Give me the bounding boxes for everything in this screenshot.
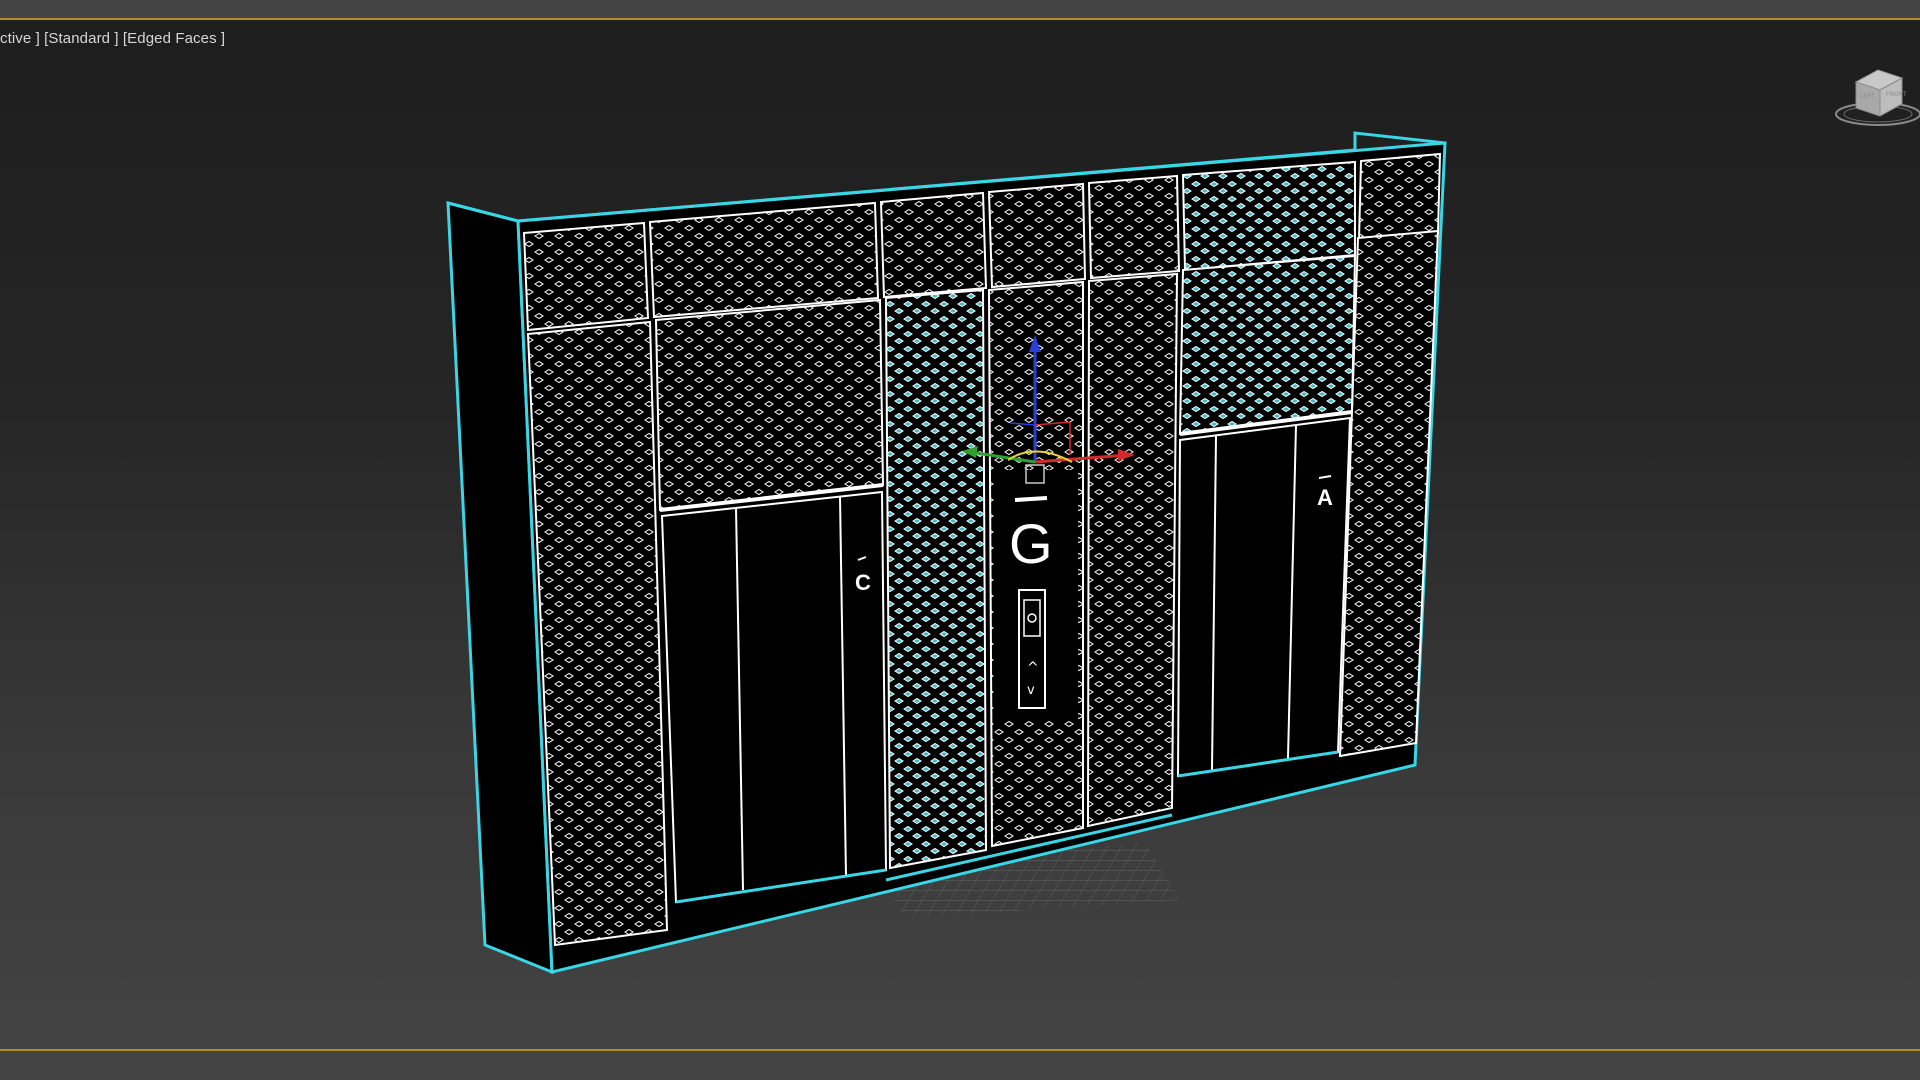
call-up-icon[interactable]: ^ bbox=[1027, 660, 1039, 676]
elevator-sign-c: C bbox=[855, 570, 871, 595]
elevator-sign-a: A bbox=[1317, 485, 1333, 510]
elevator-door-left bbox=[660, 490, 888, 904]
viewport[interactable]: ctive ] [Standard ] [Edged Faces ] FRONT… bbox=[0, 0, 1920, 1080]
header-panel-1 bbox=[522, 221, 650, 332]
header-panel-4 bbox=[987, 182, 1087, 289]
scene-canvas[interactable]: C G ^ v A bbox=[0, 0, 1920, 1080]
center-panel-right bbox=[1086, 272, 1179, 828]
call-down-icon[interactable]: v bbox=[1027, 683, 1035, 698]
header-panel-5 bbox=[1087, 174, 1181, 280]
right-door-transom bbox=[1178, 254, 1357, 436]
header-panel-2 bbox=[648, 201, 880, 319]
viewport-bottom-border bbox=[0, 1049, 1920, 1080]
right-pilaster-panel bbox=[1338, 229, 1440, 758]
call-button-panel[interactable]: ^ v bbox=[1018, 589, 1046, 709]
header-panel-7 bbox=[1357, 152, 1442, 242]
center-panel-left bbox=[884, 288, 988, 870]
elevator-door-right bbox=[1176, 416, 1352, 778]
header-panel-3 bbox=[879, 191, 988, 299]
floor-sign-g: G bbox=[1009, 512, 1053, 575]
header-panel-6 bbox=[1181, 160, 1356, 272]
left-door-transom bbox=[654, 298, 885, 512]
